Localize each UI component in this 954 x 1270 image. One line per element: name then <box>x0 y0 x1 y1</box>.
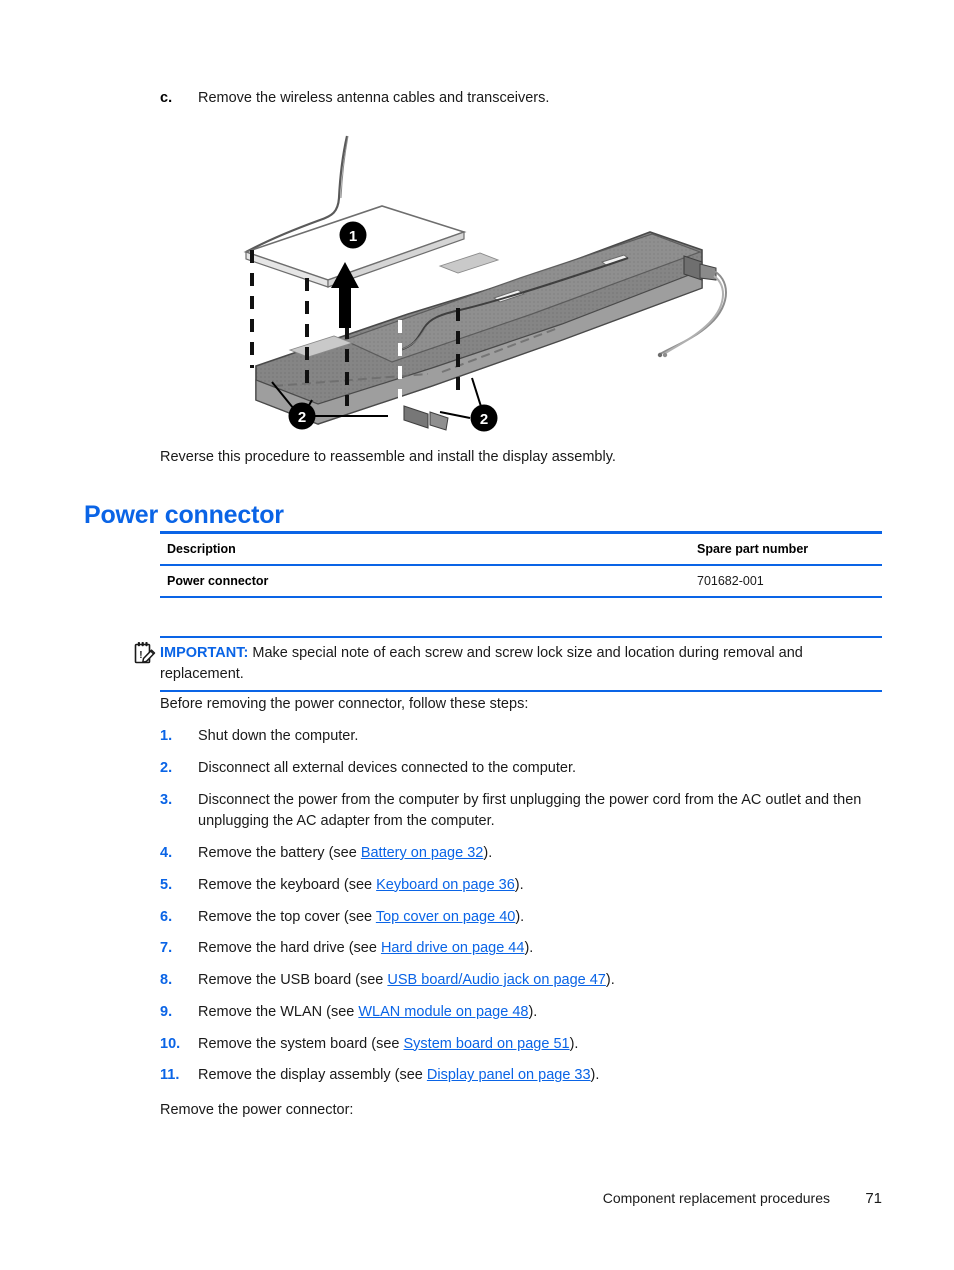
document-page: c. Remove the wireless antenna cables an… <box>0 0 954 1270</box>
footer-page-number: 71 <box>865 1190 882 1207</box>
step-text: Shut down the computer. <box>198 726 882 748</box>
list-item: 8. Remove the USB board (see USB board/A… <box>160 970 882 992</box>
table-rule-bottom <box>160 596 882 598</box>
page-title: Power connector <box>84 500 284 529</box>
svg-text:2: 2 <box>298 409 306 426</box>
step-text: Remove the WLAN (see WLAN module on page… <box>198 1002 882 1024</box>
step-number: 2. <box>160 759 173 776</box>
list-item: 10. Remove the system board (see System … <box>160 1034 882 1056</box>
note-label: IMPORTANT: <box>160 645 249 661</box>
step-text-pre: Remove the display assembly (see <box>198 1067 427 1084</box>
callout-1: 1 <box>339 221 367 249</box>
step-text: Remove the hard drive (see Hard drive on… <box>198 938 882 960</box>
column-header-description: Description <box>167 542 236 556</box>
step-text: Remove the top cover (see Top cover on p… <box>198 907 882 929</box>
note-text: Make special note of each screw and scre… <box>160 645 803 683</box>
step-number: 10. <box>160 1035 181 1052</box>
cross-reference-link[interactable]: Battery on page 32 <box>361 845 484 861</box>
step-text: Remove the USB board (see USB board/Audi… <box>198 970 882 992</box>
step-text: Disconnect all external devices connecte… <box>198 758 882 780</box>
reverse-procedure-paragraph: Reverse this procedure to reassemble and… <box>160 449 616 465</box>
cross-reference-link[interactable]: USB board/Audio jack on page 47 <box>387 972 605 988</box>
important-note: IMPORTANT: Make special note of each scr… <box>160 636 882 693</box>
step-text-post: ). <box>524 940 534 957</box>
callout-2-left: 2 <box>288 402 316 430</box>
step-text-pre: Shut down the computer. <box>198 728 359 744</box>
cross-reference-link[interactable]: Hard drive on page 44 <box>381 940 525 956</box>
spare-parts-table: Description Spare part number Power conn… <box>160 531 882 598</box>
remove-power-connector-paragraph: Remove the power connector: <box>160 1102 354 1118</box>
sub-step-marker: c. <box>160 90 173 106</box>
step-text-post: ). <box>528 1003 538 1020</box>
step-text-post: ). <box>514 876 524 893</box>
cell-description: Power connector <box>167 574 269 588</box>
page-footer: Component replacement procedures 71 <box>160 1190 882 1207</box>
step-text-post: ). <box>605 972 615 988</box>
list-item: 11. Remove the display assembly (see Dis… <box>160 1065 882 1087</box>
step-number: 6. <box>160 908 173 925</box>
step-number: 8. <box>160 972 173 988</box>
cross-reference-link[interactable]: WLAN module on page 48 <box>358 1004 528 1020</box>
step-text: Remove the system board (see System boar… <box>198 1034 882 1056</box>
step-text-pre: Disconnect the power from the computer b… <box>198 791 862 830</box>
list-item: 9. Remove the WLAN (see WLAN module on p… <box>160 1002 882 1024</box>
step-text-pre: Remove the system board (see <box>198 1035 404 1052</box>
list-item: 4. Remove the battery (see Battery on pa… <box>160 843 882 865</box>
step-text: Remove the battery (see Battery on page … <box>198 843 882 865</box>
cell-spare-part-number: 701682-001 <box>697 574 764 588</box>
prerequisite-steps-list: 1. Shut down the computer. 2. Disconnect… <box>160 726 882 1097</box>
list-item: 5. Remove the keyboard (see Keyboard on … <box>160 875 882 897</box>
cross-reference-link[interactable]: Top cover on page 40 <box>376 909 515 925</box>
important-note-icon: ! <box>134 641 156 665</box>
cross-reference-link[interactable]: System board on page 51 <box>404 1036 570 1052</box>
step-text-post: ). <box>515 908 525 925</box>
list-item: 2. Disconnect all external devices conne… <box>160 758 882 780</box>
step-text: Remove the display assembly (see Display… <box>198 1065 882 1087</box>
step-text-pre: Disconnect all external devices connecte… <box>198 759 577 776</box>
step-number: 4. <box>160 845 173 861</box>
step-text-pre: Remove the battery (see <box>198 845 361 861</box>
note-body: IMPORTANT: Make special note of each scr… <box>160 638 882 690</box>
step-text-post: ). <box>590 1067 600 1084</box>
table-header-row: Description Spare part number <box>160 534 882 564</box>
step-text-post: ). <box>483 845 493 861</box>
list-item: 7. Remove the hard drive (see Hard drive… <box>160 938 882 960</box>
step-number: 5. <box>160 876 173 893</box>
step-text-post: ). <box>569 1035 579 1052</box>
step-number: 3. <box>160 791 173 808</box>
step-text-pre: Remove the USB board (see <box>198 972 388 988</box>
illustration-svg: 1 2 2 <box>243 135 727 432</box>
display-cover-illustration: 1 2 2 <box>232 128 732 438</box>
sub-step-text: Remove the wireless antenna cables and t… <box>198 90 550 106</box>
list-item: 3. Disconnect the power from the compute… <box>160 790 882 834</box>
cross-reference-link[interactable]: Keyboard on page 36 <box>376 877 515 893</box>
footer-section-title: Component replacement procedures <box>602 1190 830 1206</box>
note-rule-bottom <box>160 690 882 693</box>
table-row: Power connector 701682-001 <box>160 566 882 596</box>
step-text-pre: Remove the top cover (see <box>198 908 376 925</box>
column-header-spare-part-number: Spare part number <box>697 542 809 556</box>
list-item: 1. Shut down the computer. <box>160 726 882 748</box>
list-item: 6. Remove the top cover (see Top cover o… <box>160 907 882 929</box>
step-text: Remove the keyboard (see Keyboard on pag… <box>198 875 882 897</box>
before-removing-paragraph: Before removing the power connector, fol… <box>160 696 529 712</box>
svg-text:2: 2 <box>480 411 488 428</box>
step-number: 9. <box>160 1003 173 1020</box>
sub-step-c: c. Remove the wireless antenna cables an… <box>160 88 880 109</box>
cross-reference-link[interactable]: Display panel on page 33 <box>427 1067 591 1083</box>
step-text-pre: Remove the hard drive (see <box>198 940 381 957</box>
step-text-pre: Remove the keyboard (see <box>198 876 377 893</box>
callout-2-right: 2 <box>470 404 498 432</box>
step-number: 7. <box>160 940 173 957</box>
step-number: 1. <box>160 728 173 744</box>
svg-text:!: ! <box>139 650 142 661</box>
svg-text:1: 1 <box>349 228 357 245</box>
step-text: Disconnect the power from the computer b… <box>198 790 882 834</box>
step-number: 11. <box>160 1067 180 1084</box>
step-text-pre: Remove the WLAN (see <box>198 1003 359 1020</box>
